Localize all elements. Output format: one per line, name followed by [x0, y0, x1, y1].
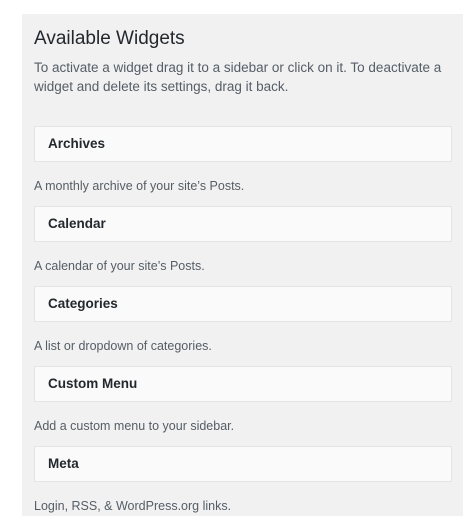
widget-description: A monthly archive of your site’s Posts. — [34, 179, 245, 193]
widget-categories[interactable]: Categories — [34, 286, 452, 322]
widget-title: Calendar — [48, 216, 106, 231]
widget-description: Login, RSS, & WordPress.org links. — [34, 499, 232, 513]
widget-description: A list or dropdown of categories. — [34, 339, 212, 353]
widget-title: Archives — [48, 136, 106, 151]
widget-title: Meta — [48, 456, 79, 471]
widget-meta[interactable]: Meta — [34, 446, 452, 482]
panel-description: To activate a widget drag it to a sideba… — [34, 60, 442, 94]
widget-title: Custom Menu — [48, 376, 138, 391]
available-widgets-panel: Available Widgets To activate a widget d… — [22, 14, 463, 516]
widget-description: Add a custom menu to your sidebar. — [34, 419, 235, 433]
widget-calendar[interactable]: Calendar — [34, 206, 452, 242]
widget-archives[interactable]: Archives — [34, 126, 452, 162]
widget-description: A calendar of your site’s Posts. — [34, 259, 205, 273]
widget-custom-menu[interactable]: Custom Menu — [34, 366, 452, 402]
panel-title: Available Widgets — [34, 28, 185, 49]
widget-title: Categories — [48, 296, 118, 311]
